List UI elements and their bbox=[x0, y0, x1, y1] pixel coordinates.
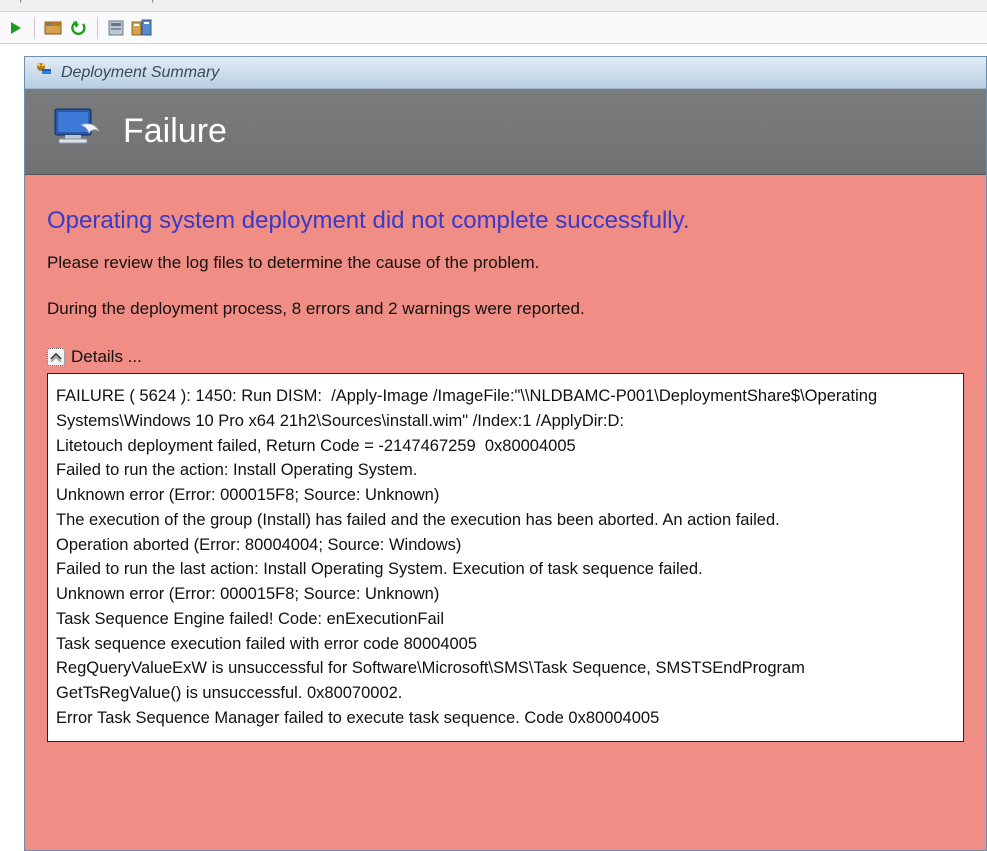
error-heading: Operating system deployment did not comp… bbox=[47, 207, 964, 235]
error-panel: Operating system deployment did not comp… bbox=[25, 175, 986, 850]
wizard-icon bbox=[35, 61, 53, 84]
chevron-up-icon bbox=[47, 348, 65, 366]
dialog-title: Deployment Summary bbox=[61, 64, 219, 82]
toolbar-separator bbox=[97, 17, 98, 39]
menu-clipboard[interactable]: Clipboard bbox=[4, 0, 60, 4]
stats-line: During the deployment process, 8 errors … bbox=[47, 299, 964, 319]
server-icon[interactable] bbox=[104, 16, 128, 40]
workspace: Deployment Summary Failure Operating sys… bbox=[0, 44, 987, 851]
toolbar bbox=[0, 12, 987, 44]
undo-icon[interactable] bbox=[67, 16, 91, 40]
details-label: Details ... bbox=[71, 347, 142, 367]
dialog-header: Failure bbox=[25, 89, 986, 175]
review-line: Please review the log files to determine… bbox=[47, 253, 964, 273]
menu-view[interactable]: View bbox=[82, 0, 110, 4]
log-output[interactable]: FAILURE ( 5624 ): 1450: Run DISM: /Apply… bbox=[47, 373, 964, 742]
box-icon[interactable] bbox=[41, 16, 65, 40]
play-icon[interactable] bbox=[4, 16, 28, 40]
header-title: Failure bbox=[123, 112, 227, 151]
dialog-titlebar[interactable]: Deployment Summary bbox=[25, 57, 986, 89]
monitor-icon bbox=[49, 105, 103, 158]
menu-help[interactable]: Help bbox=[132, 0, 159, 4]
deployment-summary-dialog: Deployment Summary Failure Operating sys… bbox=[24, 56, 987, 851]
menubar: Clipboard View Help bbox=[0, 0, 987, 12]
toolbar-separator bbox=[34, 17, 35, 39]
details-toggle[interactable]: Details ... bbox=[47, 347, 964, 367]
servers-icon[interactable] bbox=[130, 16, 154, 40]
